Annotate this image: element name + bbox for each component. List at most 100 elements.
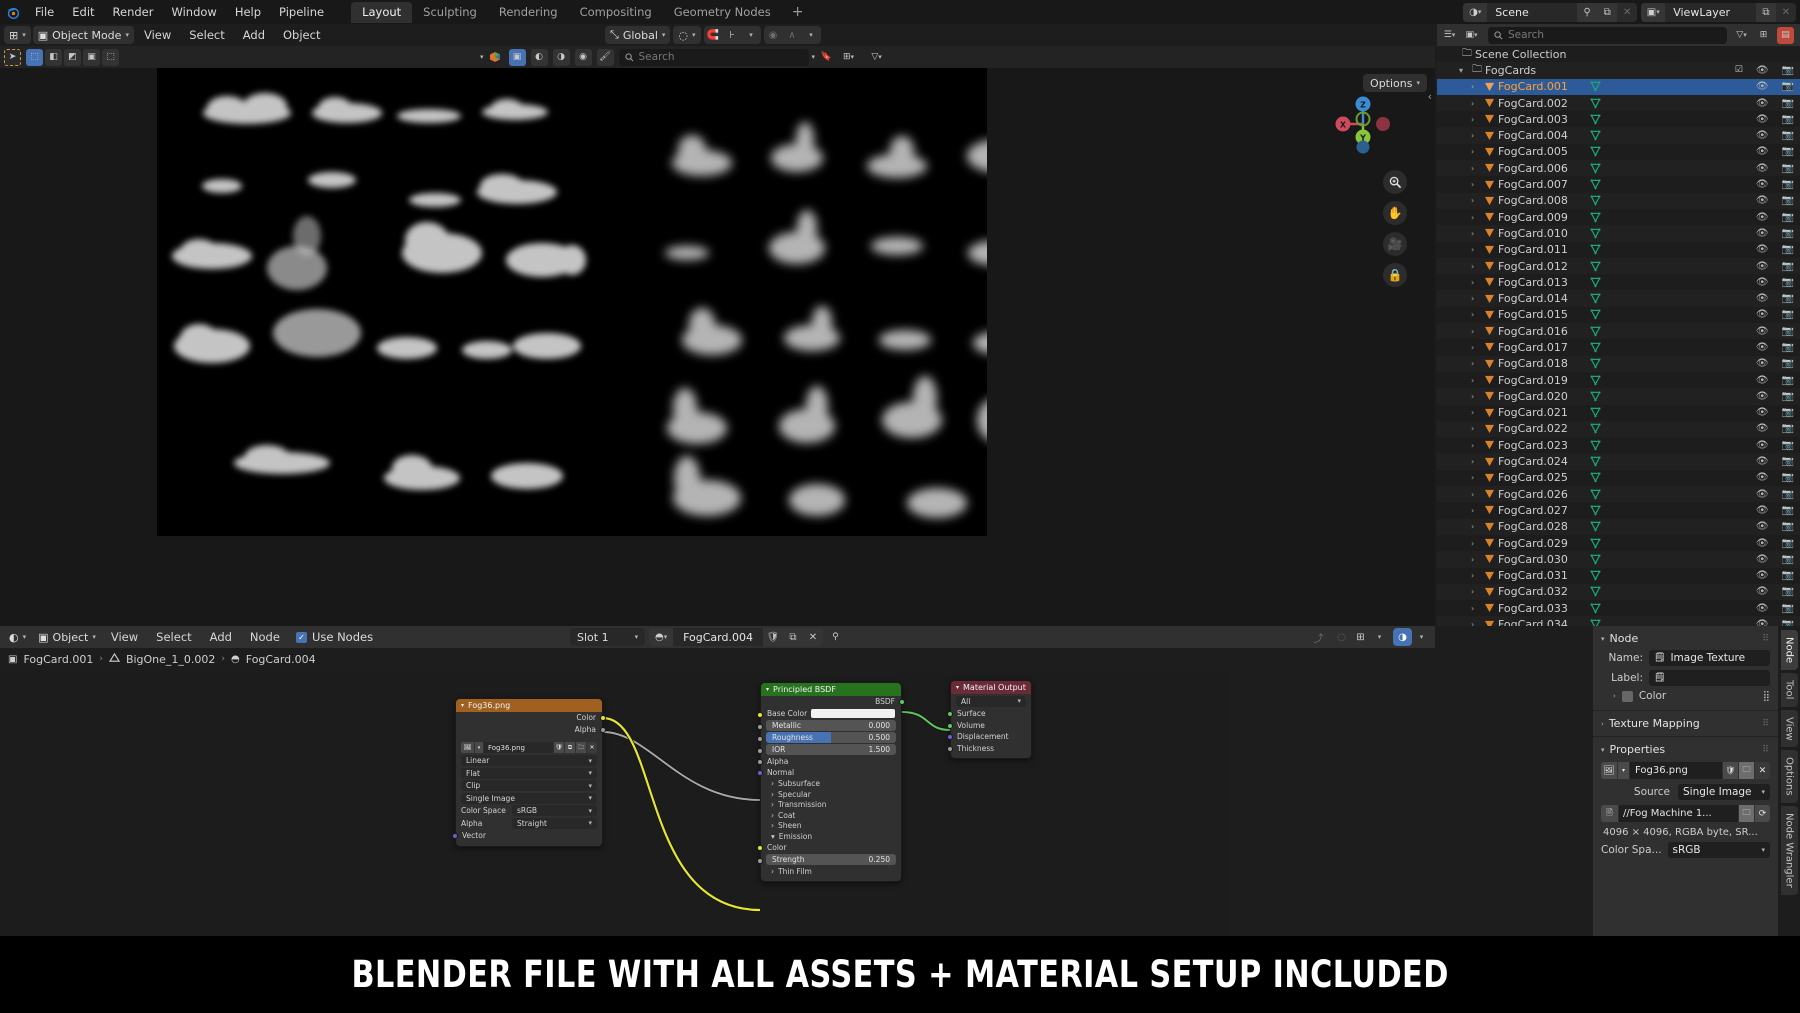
bsdf-section-subsurface[interactable]: › Subsurface (761, 779, 901, 790)
outliner-row-fogcard.009[interactable]: › FogCard.009 👁 📷 (1437, 209, 1800, 225)
interpolation-dropdown[interactable]: Linear ▾ (461, 755, 597, 766)
socket-volume[interactable] (947, 722, 953, 729)
expand-icon[interactable]: › (1471, 343, 1484, 352)
eye-icon[interactable]: 👁 (1756, 342, 1769, 353)
viewport-menu-add[interactable]: Add (235, 24, 273, 46)
outliner-row-fogcard.001[interactable]: › FogCard.001 👁 📷 (1437, 78, 1800, 95)
socket-displacement[interactable] (947, 734, 953, 740)
camera-render-icon[interactable]: 📷 (1782, 212, 1794, 223)
socket-alpha[interactable] (757, 758, 763, 765)
fake-user-icon[interactable]: 🛡 (762, 628, 783, 646)
node-name-input[interactable]: 🗒 Image Texture (1649, 650, 1770, 666)
viewlayer-selector[interactable]: ▣ ▾ ViewLayer ⧉ ✕ (1641, 2, 1796, 22)
camera-render-icon[interactable]: 📷 (1782, 277, 1794, 288)
expand-icon[interactable]: › (1471, 147, 1484, 156)
camera-render-icon[interactable]: 📷 (1782, 309, 1794, 320)
eye-icon[interactable]: 👁 (1756, 98, 1769, 109)
expand-icon[interactable]: › (1471, 294, 1484, 303)
expand-icon[interactable]: › (1471, 539, 1484, 548)
chevron-down-icon[interactable]: ▾ (480, 53, 484, 61)
shader-menu-view[interactable]: View (103, 626, 146, 648)
camera-render-icon[interactable]: 📷 (1782, 456, 1794, 467)
eye-icon[interactable]: 👁 (1756, 570, 1769, 581)
viewport-3d[interactable]: ➤ ⬚ ◧ ◩ ▣ ⬚ ▾ ▣ ◐ ◑ ◉ 🖌 Search ▾ 🔖 ⊞ ▾ ▽… (0, 46, 1435, 626)
expand-icon[interactable]: › (1471, 115, 1484, 124)
hierarchy-icon[interactable]: ⊞ ▾ (840, 49, 857, 66)
eye-icon[interactable]: 👁 (1756, 407, 1769, 418)
data-filter-icon[interactable]: ◑ (552, 48, 570, 66)
reload-icon[interactable]: ⟳ (1755, 805, 1770, 822)
eye-icon[interactable]: 👁 (1756, 521, 1769, 532)
outliner-row-fogcard.010[interactable]: › FogCard.010 👁 📷 (1437, 225, 1800, 242)
socket-metallic[interactable] (757, 723, 763, 730)
chevron-down-icon[interactable]: ▾ (1601, 746, 1605, 754)
magnet-icon[interactable]: 🧲 (704, 26, 723, 44)
navigation-gizmo[interactable]: Z X Y (1333, 94, 1393, 154)
expand-icon[interactable]: › (1471, 408, 1484, 417)
object-mode-selector[interactable]: ▣ Object Mode ▾ (32, 26, 134, 44)
eye-icon[interactable]: 👁 (1756, 505, 1769, 516)
expand-icon[interactable]: › (1471, 164, 1484, 173)
viewport-menu-select[interactable]: Select (181, 24, 232, 46)
use-nodes-toggle[interactable]: ✓ Use Nodes (295, 630, 373, 644)
camera-render-icon[interactable]: 📷 (1782, 619, 1794, 626)
camera-render-icon[interactable]: 📷 (1782, 521, 1794, 532)
eye-icon[interactable]: 👁 (1756, 440, 1769, 451)
camera-render-icon[interactable]: 📷 (1782, 342, 1794, 353)
outliner-row-fogcard.007[interactable]: › FogCard.007 👁 📷 (1437, 176, 1800, 192)
outliner-row-fogcard.033[interactable]: › FogCard.033 👁 📷 (1437, 600, 1800, 616)
lasso-select-icon[interactable]: ⬚ (102, 48, 119, 66)
delete-collection-icon[interactable]: ▤ (1777, 26, 1794, 44)
editor-type-icon[interactable]: ⊞ ▾ (4, 26, 31, 44)
smooth-falloff-icon[interactable]: ∧ (783, 26, 802, 44)
outliner-row-fogcard.024[interactable]: › FogCard.024 👁 📷 (1437, 453, 1800, 470)
expand-icon[interactable]: › (1471, 620, 1484, 626)
outliner-display-mode-icon[interactable]: ☰ ▾ (1441, 27, 1458, 44)
outliner-row-fogcard.016[interactable]: › FogCard.016 👁 📷 (1437, 323, 1800, 340)
outliner-row-fogcard.032[interactable]: › FogCard.032 👁 📷 (1437, 583, 1800, 601)
chevron-down-icon[interactable]: ▾ (1618, 762, 1629, 779)
shader-menu-node[interactable]: Node (242, 626, 288, 648)
zoom-icon[interactable] (1383, 170, 1407, 194)
bookmark-icon[interactable]: 🔖 (818, 49, 835, 66)
sidebar-tab-view[interactable]: View (1780, 709, 1798, 748)
outliner-row-fogcard.030[interactable]: › FogCard.030 👁 📷 (1437, 551, 1800, 568)
material-filter-icon[interactable]: ◉ (574, 48, 592, 66)
viewport-menu-object[interactable]: Object (275, 24, 328, 46)
sidebar-image-name[interactable]: Fog36.png (1630, 762, 1722, 779)
color-space-dropdown[interactable]: sRGB ▾ (512, 805, 597, 816)
proportional-node-icon[interactable]: ◌ (1332, 628, 1351, 646)
material-name[interactable]: FogCard.004 (673, 631, 763, 644)
blender-logo-icon[interactable] (0, 0, 26, 24)
overlay-node-icon[interactable]: ◑ (1393, 628, 1412, 646)
outliner-scene-collection[interactable]: 🗀 Scene Collection (1437, 46, 1800, 62)
outliner-row-fogcard.003[interactable]: › FogCard.003 👁 📷 (1437, 111, 1800, 127)
x-icon[interactable]: ✕ (1755, 762, 1770, 779)
eye-icon[interactable]: 👁 (1756, 309, 1769, 320)
socket-base-color[interactable] (757, 711, 763, 718)
bsdf-section-transmission[interactable]: › Transmission (761, 800, 901, 811)
thin-film-section[interactable]: › Thin Film (761, 866, 901, 877)
eye-icon[interactable]: 👁 (1756, 163, 1769, 174)
eye-icon[interactable]: 👁 (1756, 277, 1769, 288)
eye-icon[interactable]: 👁 (1756, 489, 1769, 500)
camera-render-icon[interactable]: 📷 (1782, 130, 1794, 141)
socket-vector[interactable] (452, 833, 458, 839)
socket-emission-color[interactable] (757, 844, 763, 851)
viewport-options-button[interactable]: Options ▾ (1363, 74, 1427, 92)
expand-icon[interactable]: › (1471, 376, 1484, 385)
viewport-render-canvas[interactable] (157, 68, 1023, 536)
vertex-select-icon[interactable]: ⬚ (26, 48, 43, 66)
outliner-row-fogcard.029[interactable]: › FogCard.029 👁 📷 (1437, 535, 1800, 551)
ior-slider[interactable]: IOR 1.500 (766, 743, 896, 755)
bsdf-section-emission[interactable]: ▾ Emission (761, 831, 901, 842)
camera-render-icon[interactable]: 📷 (1782, 261, 1794, 272)
eye-icon[interactable]: 👁 (1756, 586, 1769, 597)
eye-icon[interactable]: 👁 (1756, 554, 1769, 565)
outliner-row-fogcard.006[interactable]: › FogCard.006 👁 📷 (1437, 160, 1800, 177)
chevron-down-icon[interactable]: ▾ (742, 26, 761, 44)
chevron-down-icon[interactable]: ▾ (461, 702, 464, 709)
new-material-icon[interactable]: ⧉ (782, 628, 803, 646)
camera-view-icon[interactable]: 🎥 (1383, 232, 1407, 256)
pin-icon[interactable]: ⚲ (1577, 2, 1598, 22)
